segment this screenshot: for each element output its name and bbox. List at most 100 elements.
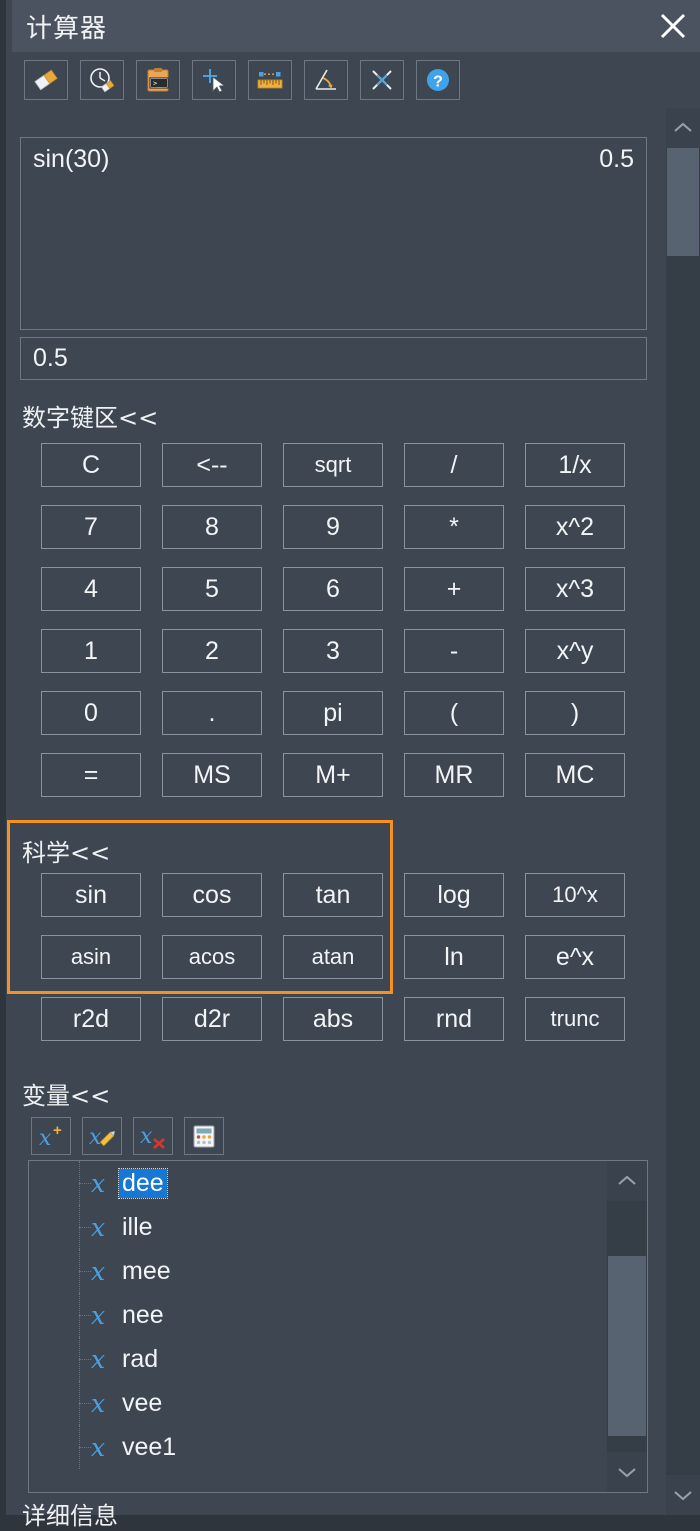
key-M[interactable]: M+ [283, 753, 383, 797]
key-4[interactable]: 4 [41, 567, 141, 611]
variable-scroll-up-button[interactable] [607, 1161, 647, 1201]
delete-variable-button[interactable]: x [133, 1117, 173, 1155]
key-pi[interactable]: pi [283, 691, 383, 735]
variable-item[interactable]: x vee1 [29, 1425, 647, 1469]
key-9[interactable]: 9 [283, 505, 383, 549]
key-xy[interactable]: x^y [525, 629, 625, 673]
angle-button[interactable] [304, 60, 348, 100]
expression-input[interactable]: 0.5 [20, 337, 647, 380]
paste-to-command-line-button[interactable]: >_ [136, 60, 180, 100]
key-8[interactable]: 8 [162, 505, 262, 549]
key-7[interactable]: 7 [41, 505, 141, 549]
variable-scroll-thumb[interactable] [608, 1256, 646, 1436]
key-3[interactable]: 3 [283, 629, 383, 673]
sci-rnd[interactable]: rnd [404, 997, 504, 1041]
chevron-down-icon [618, 1468, 636, 1478]
key-[interactable]: - [404, 629, 504, 673]
variable-item[interactable]: x nee [29, 1293, 647, 1337]
help-button[interactable]: ? [416, 60, 460, 100]
sci-tan[interactable]: tan [283, 873, 383, 917]
question-circle-icon: ? [427, 69, 449, 91]
sci-d2r[interactable]: d2r [162, 997, 262, 1041]
svg-text:x: x [39, 1126, 52, 1150]
new-variable-button[interactable]: x + [31, 1117, 71, 1155]
sci-ln[interactable]: ln [404, 935, 504, 979]
chevron-down-icon [674, 1491, 692, 1501]
key-2[interactable]: 2 [162, 629, 262, 673]
close-button[interactable] [650, 4, 696, 48]
sci-sin[interactable]: sin [41, 873, 141, 917]
key-[interactable]: ) [525, 691, 625, 735]
key-C[interactable]: C [41, 443, 141, 487]
variable-list-scrollbar[interactable] [607, 1161, 647, 1492]
key-MS[interactable]: MS [162, 753, 262, 797]
numeric-section-label[interactable]: 数字键区<< [22, 398, 158, 433]
variable-name: vee [122, 1388, 163, 1417]
sci-10x[interactable]: 10^x [525, 873, 625, 917]
scroll-up-button[interactable] [666, 108, 700, 148]
scientific-section-label[interactable]: 科学<< [22, 833, 110, 868]
key-[interactable]: . [162, 691, 262, 735]
new-variable-icon: x + [39, 1122, 62, 1150]
sci-acos[interactable]: acos [162, 935, 262, 979]
key-6[interactable]: 6 [283, 567, 383, 611]
intersection-button[interactable] [360, 60, 404, 100]
distance-button[interactable] [248, 60, 292, 100]
tree-branch [79, 1183, 91, 1185]
key-x3[interactable]: x^3 [525, 567, 625, 611]
ruler-icon [257, 72, 283, 89]
details-section-label[interactable]: 详细信息 [22, 1496, 118, 1531]
scroll-down-button[interactable] [666, 1475, 700, 1515]
clear-history-button[interactable] [24, 60, 68, 100]
variable-list[interactable]: x dee x ille x mee x nee x rad x vee x vee1 [28, 1160, 648, 1493]
clock-eraser-icon [90, 68, 115, 93]
scroll-thumb[interactable] [667, 148, 699, 256]
expression-input-value: 0.5 [33, 344, 68, 372]
calculator-icon [193, 1125, 215, 1148]
history-result: 0.5 [599, 145, 634, 173]
chevron-up-icon [618, 1175, 636, 1185]
key-[interactable]: + [404, 567, 504, 611]
key-1[interactable]: 1 [41, 629, 141, 673]
variable-item[interactable]: x vee [29, 1381, 647, 1425]
sci-atan[interactable]: atan [283, 935, 383, 979]
history-area[interactable]: sin(30) 0.5 [20, 137, 647, 330]
variables-section-label[interactable]: 变量<< [22, 1076, 110, 1111]
get-coordinates-button[interactable] [192, 60, 236, 100]
key-x2[interactable]: x^2 [525, 505, 625, 549]
sci-cos[interactable]: cos [162, 873, 262, 917]
svg-text:>_: >_ [153, 80, 162, 88]
title-bar: 计算器 [12, 0, 700, 52]
tree-branch [79, 1315, 91, 1317]
calculator-button[interactable] [184, 1117, 224, 1155]
key-0[interactable]: 0 [41, 691, 141, 735]
edit-variable-button[interactable]: x [82, 1117, 122, 1155]
variable-item[interactable]: x dee [29, 1161, 647, 1205]
sci-trunc[interactable]: trunc [525, 997, 625, 1041]
variable-item[interactable]: x mee [29, 1249, 647, 1293]
key-[interactable]: * [404, 505, 504, 549]
variable-item[interactable]: x rad [29, 1337, 647, 1381]
key-[interactable]: <-- [162, 443, 262, 487]
key-1x[interactable]: 1/x [525, 443, 625, 487]
variable-item[interactable]: x ille [29, 1205, 647, 1249]
key-sqrt[interactable]: sqrt [283, 443, 383, 487]
key-MC[interactable]: MC [525, 753, 625, 797]
key-[interactable]: / [404, 443, 504, 487]
history-row[interactable]: sin(30) 0.5 [33, 145, 634, 174]
clear-recent-button[interactable] [80, 60, 124, 100]
sci-log[interactable]: log [404, 873, 504, 917]
variable-name: ille [122, 1212, 153, 1241]
key-5[interactable]: 5 [162, 567, 262, 611]
variable-scroll-down-button[interactable] [607, 1452, 647, 1492]
sci-ex[interactable]: e^x [525, 935, 625, 979]
key-[interactable]: = [41, 753, 141, 797]
sci-r2d[interactable]: r2d [41, 997, 141, 1041]
key-MR[interactable]: MR [404, 753, 504, 797]
panel-scrollbar[interactable] [666, 108, 700, 1515]
sci-abs[interactable]: abs [283, 997, 383, 1041]
key-[interactable]: ( [404, 691, 504, 735]
svg-text:+: + [53, 1122, 62, 1139]
variable-name: vee1 [122, 1432, 177, 1461]
sci-asin[interactable]: asin [41, 935, 141, 979]
